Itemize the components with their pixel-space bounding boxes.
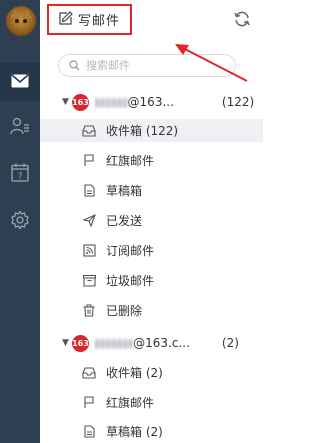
folder-inbox[interactable]: 收件箱 (2) xyxy=(40,361,263,384)
refresh-icon[interactable] xyxy=(233,10,251,32)
collapse-caret-icon[interactable]: ▼ xyxy=(62,338,69,348)
collapse-caret-icon[interactable]: ▼ xyxy=(62,97,69,107)
account-unread-count: (2) xyxy=(221,336,239,350)
contacts-icon[interactable] xyxy=(0,117,40,135)
folder-spam[interactable]: 垃圾邮件 xyxy=(40,269,263,292)
folder-trash[interactable]: 已删除 xyxy=(40,299,263,322)
brand-163-icon: 163 xyxy=(71,93,89,111)
folder-label: 收件箱 (122) xyxy=(106,124,179,138)
compose-button[interactable]: 写邮件 xyxy=(47,4,132,35)
search-box[interactable] xyxy=(58,54,236,77)
inbox-icon xyxy=(82,366,96,380)
settings-icon[interactable] xyxy=(0,210,40,230)
folder-sent[interactable]: 已发送 xyxy=(40,209,263,232)
mail-icon[interactable] xyxy=(0,74,40,88)
folder-label: 垃圾邮件 xyxy=(106,274,155,288)
folder-label: 草稿箱 (2) xyxy=(106,425,163,439)
folder-flagged[interactable]: 红旗邮件 xyxy=(40,149,263,172)
flag-icon xyxy=(82,396,96,410)
folder-flagged[interactable]: 红旗邮件 xyxy=(40,391,263,414)
compose-icon xyxy=(59,10,73,29)
folder-label: 已发送 xyxy=(106,214,143,228)
folder-label: 红旗邮件 xyxy=(106,154,155,168)
folder-panel: 写邮件 ▼ 163 ▮▮▮▮▮▮@163... (122) 收件箱 (122) … xyxy=(40,0,263,443)
folder-label: 收件箱 (2) xyxy=(106,366,163,380)
spam-icon xyxy=(82,274,96,288)
nav-rail: 7 xyxy=(0,0,40,443)
mail-app: 7 写邮件 ▼ 163 ▮▮ xyxy=(0,0,263,443)
folder-inbox[interactable]: 收件箱 (122) xyxy=(40,119,263,142)
draft-icon xyxy=(82,425,96,439)
search-icon xyxy=(69,56,80,75)
trash-icon xyxy=(82,304,96,318)
flag-icon xyxy=(82,154,96,168)
account-header[interactable]: ▼ 163 ▮▮▮▮▮▮@163... (122) xyxy=(40,89,263,115)
folder-label: 红旗邮件 xyxy=(106,396,155,410)
folder-drafts[interactable]: 草稿箱 (2) xyxy=(40,420,263,443)
folder-label: 草稿箱 xyxy=(106,184,143,198)
draft-icon xyxy=(82,184,96,198)
calendar-icon[interactable]: 7 xyxy=(0,163,40,182)
account-email: ▮▮▮▮▮▮@163... xyxy=(93,95,174,109)
account-email: ▮▮▮▮▮▮▮@163.c... xyxy=(93,336,190,350)
calendar-day-text: 7 xyxy=(17,172,22,181)
compose-label: 写邮件 xyxy=(78,14,121,29)
top-bar: 写邮件 xyxy=(40,0,263,40)
avatar[interactable] xyxy=(6,6,36,36)
account-unread-count: (122) xyxy=(221,95,255,109)
folder-drafts[interactable]: 草稿箱 xyxy=(40,179,263,202)
account-header[interactable]: ▼ 163 ▮▮▮▮▮▮▮@163.c... (2) xyxy=(40,330,263,356)
subscribe-icon xyxy=(82,244,96,258)
search-input[interactable] xyxy=(86,59,216,72)
inbox-icon xyxy=(82,124,96,138)
folder-subscriptions[interactable]: 订阅邮件 xyxy=(40,239,263,262)
sent-icon xyxy=(82,214,96,228)
folder-label: 已删除 xyxy=(106,304,143,318)
folder-label: 订阅邮件 xyxy=(106,244,155,258)
brand-163-icon: 163 xyxy=(71,334,89,352)
